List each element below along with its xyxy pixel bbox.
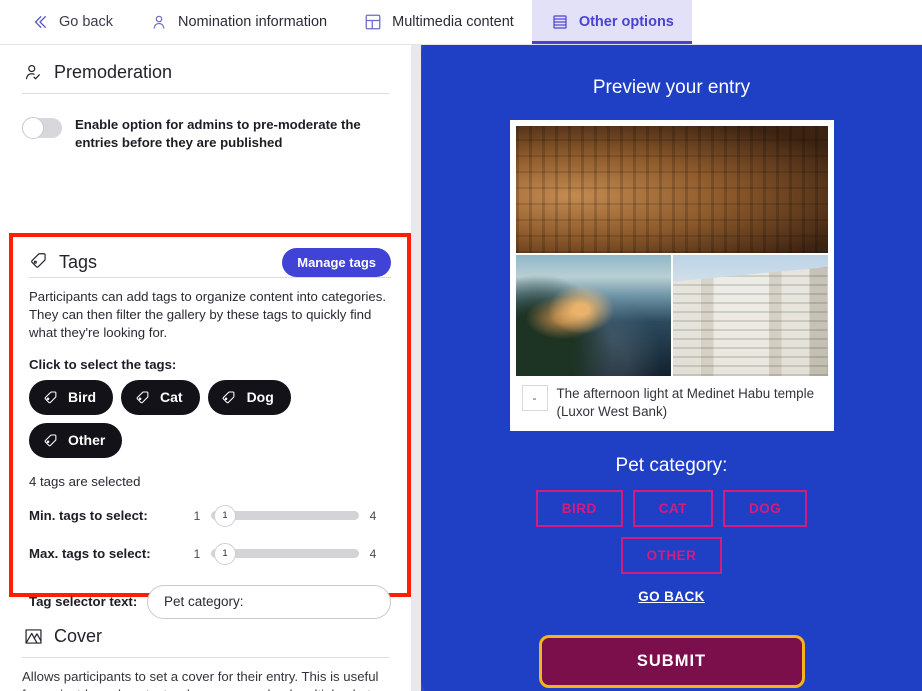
min-tags-slider[interactable]: 1 <box>211 504 359 527</box>
preview-pane: Preview your entry - The afternoon light… <box>421 45 922 691</box>
tag-icon <box>29 250 49 275</box>
min-tags-range-low: 1 <box>193 508 201 523</box>
tab-go-back[interactable]: Go back <box>12 0 131 44</box>
tag-icon <box>42 389 59 406</box>
temple-interior-photo <box>515 126 828 253</box>
entry-caption: The afternoon light at Medinet Habu temp… <box>556 386 815 419</box>
slider-knob[interactable]: 1 <box>214 504 236 527</box>
tag-pill-dog[interactable]: Dog <box>207 379 291 415</box>
tag-pill-other[interactable]: Other <box>29 422 123 458</box>
entry-preview-card: - The afternoon light at Medinet Habu te… <box>509 120 834 432</box>
toggle-knob <box>22 117 44 139</box>
pet-category-label: Pet category: <box>615 455 728 477</box>
tag-pill-label: Cat <box>160 389 183 406</box>
premoderation-toggle[interactable] <box>22 117 62 139</box>
preview-container: Preview your entry - The afternoon light… <box>421 45 922 689</box>
click-to-select-label: Click to select the tags: <box>29 356 177 372</box>
tag-selector-text-label: Tag selector text: <box>29 593 138 609</box>
top-tab-bar: Go back Nomination information Multimedi… <box>0 0 922 45</box>
go-back-link[interactable]: GO BACK <box>638 589 705 604</box>
tag-icon <box>134 389 151 406</box>
tab-other-options[interactable]: Other options <box>531 0 692 44</box>
caption-row: - The afternoon light at Medinet Habu te… <box>516 376 828 431</box>
premoderation-toggle-row: Enable option for admins to pre-moderate… <box>22 104 389 152</box>
tag-selector-text-row: Tag selector text: <box>29 584 391 619</box>
tag-selector-text-input[interactable] <box>147 584 391 619</box>
user-check-icon <box>22 61 44 83</box>
duomo-photo <box>672 255 828 376</box>
content-area: Premoderation Enable option for admins t… <box>0 45 922 691</box>
harbor-night-photo <box>515 255 671 376</box>
category-button-bird[interactable]: BIRD <box>535 490 623 528</box>
min-tags-range-high: 4 <box>369 508 377 523</box>
nomination-settings-app: Go back Nomination information Multimedi… <box>0 0 922 691</box>
max-tags-label: Max. tags to select: <box>29 546 151 562</box>
section-title: Cover <box>54 625 103 646</box>
tag-pill-bird[interactable]: Bird <box>29 379 113 415</box>
section-title: Premoderation <box>54 61 173 82</box>
tab-label: Other options <box>578 14 674 30</box>
list-rows-icon <box>550 12 570 32</box>
user-icon <box>149 12 169 32</box>
min-tags-label: Min. tags to select: <box>29 508 148 524</box>
max-tags-range-high: 4 <box>369 546 377 561</box>
tags-section-highlight: Tags Manage tags Participants can add ta… <box>9 233 411 619</box>
avatar: - <box>521 385 548 411</box>
tab-label: Go back <box>59 14 113 30</box>
tag-icon <box>221 389 238 406</box>
tag-pill-list: Bird Cat Dog Other <box>29 379 391 458</box>
min-tags-row: Min. tags to select: 1 1 4 <box>29 504 391 527</box>
manage-tags-button[interactable]: Manage tags <box>282 248 391 277</box>
category-button-other[interactable]: OTHER <box>620 537 723 575</box>
max-tags-slider[interactable]: 1 <box>211 542 359 565</box>
tag-pill-label: Other <box>68 432 106 449</box>
tab-label: Multimedia content <box>392 14 514 30</box>
tags-section: Tags Manage tags Participants can add ta… <box>13 237 407 619</box>
tags-header-left: Tags <box>29 250 97 275</box>
tab-multimedia-content[interactable]: Multimedia content <box>345 0 532 44</box>
max-tags-range-low: 1 <box>193 546 201 561</box>
cover-header: Cover <box>22 625 389 657</box>
pane-divider <box>411 45 421 691</box>
cover-section: Cover Allows participants to set a cover… <box>0 625 411 691</box>
divider-line <box>22 93 389 94</box>
premoderation-toggle-label: Enable option for admins to pre-moderate… <box>75 117 361 150</box>
submit-button[interactable]: SUBMIT <box>538 635 805 689</box>
premoderation-section: Premoderation Enable option for admins t… <box>0 45 411 158</box>
divider-line <box>29 277 391 278</box>
premoderation-header: Premoderation <box>22 61 389 93</box>
tab-label: Nomination information <box>178 14 328 30</box>
tag-icon <box>42 432 59 449</box>
image-icon <box>22 625 44 647</box>
chevrons-left-icon <box>30 12 50 32</box>
preview-title: Preview your entry <box>592 77 751 98</box>
tag-pill-label: Dog <box>246 389 274 406</box>
tag-pill-label: Bird <box>68 389 96 406</box>
section-title: Tags <box>59 252 98 272</box>
tab-nomination-information[interactable]: Nomination information <box>131 0 345 44</box>
layout-icon <box>363 12 383 32</box>
category-button-cat[interactable]: CAT <box>632 490 713 528</box>
cover-description: Allows participants to set a cover for t… <box>22 669 389 691</box>
divider-line <box>22 657 389 658</box>
settings-pane: Premoderation Enable option for admins t… <box>0 45 411 691</box>
tags-description: Participants can add tags to organize co… <box>29 289 387 341</box>
category-button-group: BIRD CAT DOG OTHER <box>507 490 837 575</box>
selected-tags-count: 4 tags are selected <box>29 473 141 489</box>
slider-knob[interactable]: 1 <box>214 542 236 565</box>
photo-row <box>515 255 828 376</box>
tags-header: Tags Manage tags <box>29 248 391 277</box>
max-tags-row: Max. tags to select: 1 1 4 <box>29 542 391 565</box>
category-button-dog[interactable]: DOG <box>722 490 808 528</box>
tag-pill-cat[interactable]: Cat <box>121 379 200 415</box>
